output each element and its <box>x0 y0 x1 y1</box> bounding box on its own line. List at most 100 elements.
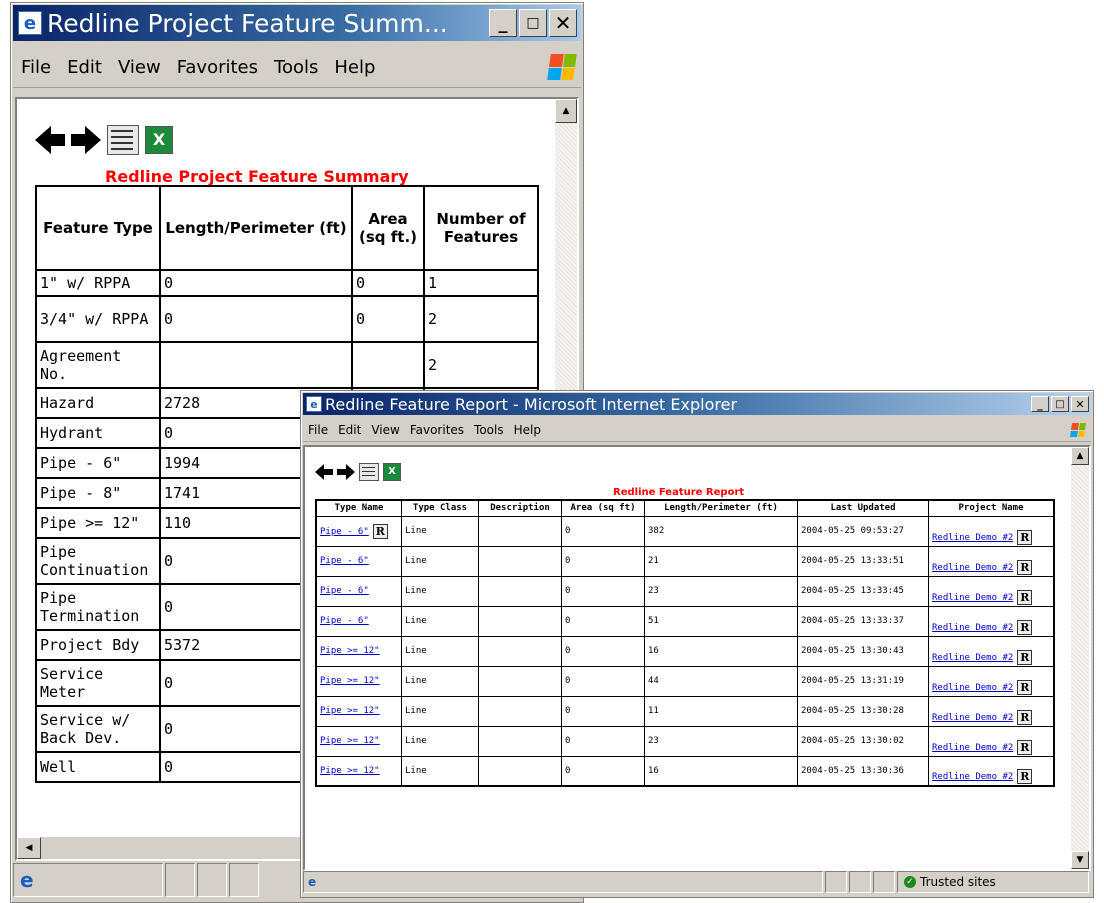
excel-export-icon[interactable]: X <box>145 126 173 154</box>
table-row: Pipe >= 12" Line 0 44 2004-05-25 13:31:19 Red… <box>315 665 1055 697</box>
scroll-down-button[interactable]: ▼ <box>1071 851 1089 869</box>
feature-type-cell: Pipe - 6" <box>35 447 161 479</box>
menu-help[interactable]: Help <box>326 57 383 78</box>
project-name-link[interactable]: Redline Demo #2 <box>932 713 1013 723</box>
length-cell: 0 <box>159 269 353 297</box>
project-name-link[interactable]: Redline Demo #2 <box>932 623 1013 633</box>
description-cell <box>478 725 562 757</box>
close-button[interactable]: ✕ <box>1071 396 1089 412</box>
menu-favorites[interactable]: Favorites <box>169 57 266 78</box>
menu-view[interactable]: View <box>110 57 169 78</box>
maximize-button[interactable]: □ <box>1051 396 1069 412</box>
back-arrow-icon[interactable] <box>315 464 333 480</box>
length-cell <box>159 341 353 389</box>
last-updated-cell: 2004-05-25 13:30:28 <box>797 695 929 727</box>
menu-help[interactable]: Help <box>509 423 546 437</box>
project-name-link[interactable]: Redline Demo #2 <box>932 772 1013 782</box>
report-table: Type Name Type Class Description Area (s… <box>315 499 1055 787</box>
maximize-button[interactable]: □ <box>519 9 547 37</box>
menu-favorites[interactable]: Favorites <box>405 423 469 437</box>
report-vscrollbar[interactable]: ▲ ▼ <box>1071 447 1089 869</box>
minimize-button[interactable]: _ <box>1031 396 1049 412</box>
feature-type-cell: Pipe Termination <box>35 583 161 631</box>
report-r-icon[interactable]: R <box>1017 559 1033 575</box>
report-titlebar[interactable]: e Redline Feature Report - Microsoft Int… <box>303 393 1091 415</box>
menu-file[interactable]: File <box>303 423 333 437</box>
close-button[interactable]: ✕ <box>549 9 577 37</box>
summary-row: 1" w/ RPPA 0 0 1 <box>35 269 539 297</box>
feature-type-cell: Service w/ Back Dev. <box>35 705 161 753</box>
table-view-icon[interactable] <box>107 125 139 155</box>
type-class-cell: Line <box>401 725 479 757</box>
type-name-link[interactable]: Pipe >= 12" <box>320 646 380 656</box>
report-r-icon[interactable]: R <box>1017 739 1033 755</box>
col-project-name: Project Name <box>928 499 1055 517</box>
excel-export-icon[interactable]: X <box>383 463 401 481</box>
table-view-icon[interactable] <box>359 463 379 481</box>
type-name-link[interactable]: Pipe >= 12" <box>320 736 380 746</box>
summary-window-title: Redline Project Feature Summ... <box>47 8 448 38</box>
col-area: Area (sq ft.) <box>351 185 425 271</box>
project-name-link[interactable]: Redline Demo #2 <box>932 743 1013 753</box>
type-class-cell: Line <box>401 665 479 697</box>
summary-titlebar[interactable]: e Redline Project Feature Summ... _ □ ✕ <box>13 5 581 41</box>
report-r-icon[interactable]: R <box>1017 649 1033 665</box>
type-name-link[interactable]: Pipe - 6" <box>320 616 369 626</box>
menu-tools[interactable]: Tools <box>469 423 509 437</box>
area-cell: 0 <box>351 269 425 297</box>
trusted-sites-zone: ✓ Trusted sites <box>897 871 1089 893</box>
type-name-link[interactable]: Pipe - 6" <box>320 586 369 596</box>
length-cell: 0 <box>159 295 353 343</box>
type-class-cell: Line <box>401 515 479 547</box>
summary-row: 3/4" w/ RPPA 0 0 2 <box>35 295 539 343</box>
forward-arrow-icon[interactable] <box>71 126 101 154</box>
report-r-icon[interactable]: R <box>1017 709 1033 725</box>
report-r-icon[interactable]: R <box>1017 529 1033 545</box>
last-updated-cell: 2004-05-25 09:53:27 <box>797 515 929 547</box>
table-row: Pipe - 6" Line 0 23 2004-05-25 13:33:45 Redli… <box>315 575 1055 607</box>
report-r-icon[interactable]: R <box>1017 769 1033 784</box>
project-name-link[interactable]: Redline Demo #2 <box>932 563 1013 573</box>
report-nav: X <box>315 463 401 481</box>
type-class-cell: Line <box>401 605 479 637</box>
back-arrow-icon[interactable] <box>35 126 65 154</box>
scroll-up-button[interactable]: ▲ <box>555 99 577 123</box>
type-name-link[interactable]: Pipe - 6" <box>320 556 369 566</box>
minimize-button[interactable]: _ <box>489 9 517 37</box>
project-name-link[interactable]: Redline Demo #2 <box>932 653 1013 663</box>
type-name-link[interactable]: Pipe - 6" <box>320 527 369 537</box>
report-menubar: File Edit View Favorites Tools Help <box>303 419 1091 442</box>
forward-arrow-icon[interactable] <box>337 464 355 480</box>
description-cell <box>478 605 562 637</box>
menu-tools[interactable]: Tools <box>266 57 326 78</box>
last-updated-cell: 2004-05-25 13:33:37 <box>797 605 929 637</box>
project-name-link[interactable]: Redline Demo #2 <box>932 533 1013 543</box>
area-cell: 0 <box>561 515 645 547</box>
type-class-cell: Line <box>401 545 479 577</box>
report-r-icon[interactable]: R <box>1017 589 1033 605</box>
last-updated-cell: 2004-05-25 13:30:43 <box>797 635 929 667</box>
menu-edit[interactable]: Edit <box>59 57 110 78</box>
type-name-link[interactable]: Pipe >= 12" <box>320 766 380 776</box>
feature-type-cell: Pipe Continuation <box>35 537 161 585</box>
col-length-perimeter: Length/Perimeter (ft) <box>644 499 798 517</box>
menu-file[interactable]: File <box>13 57 59 78</box>
last-updated-cell: 2004-05-25 13:31:19 <box>797 665 929 697</box>
description-cell <box>478 545 562 577</box>
feature-type-cell: Well <box>35 751 161 783</box>
type-name-link[interactable]: Pipe >= 12" <box>320 706 380 716</box>
report-r-icon[interactable]: R <box>1017 679 1033 695</box>
type-name-link[interactable]: Pipe >= 12" <box>320 676 380 686</box>
project-name-link[interactable]: Redline Demo #2 <box>932 593 1013 603</box>
ie-icon: e <box>18 11 42 35</box>
report-r-icon[interactable]: R <box>1017 619 1033 635</box>
project-name-link[interactable]: Redline Demo #2 <box>932 683 1013 693</box>
report-r-icon[interactable]: R <box>372 523 388 539</box>
length-cell: 382 <box>644 515 798 547</box>
length-cell: 11 <box>644 695 798 727</box>
menu-edit[interactable]: Edit <box>333 423 366 437</box>
scroll-up-button[interactable]: ▲ <box>1071 447 1089 465</box>
area-cell: 0 <box>561 605 645 637</box>
scroll-left-button[interactable]: ◀ <box>17 837 41 859</box>
menu-view[interactable]: View <box>366 423 404 437</box>
